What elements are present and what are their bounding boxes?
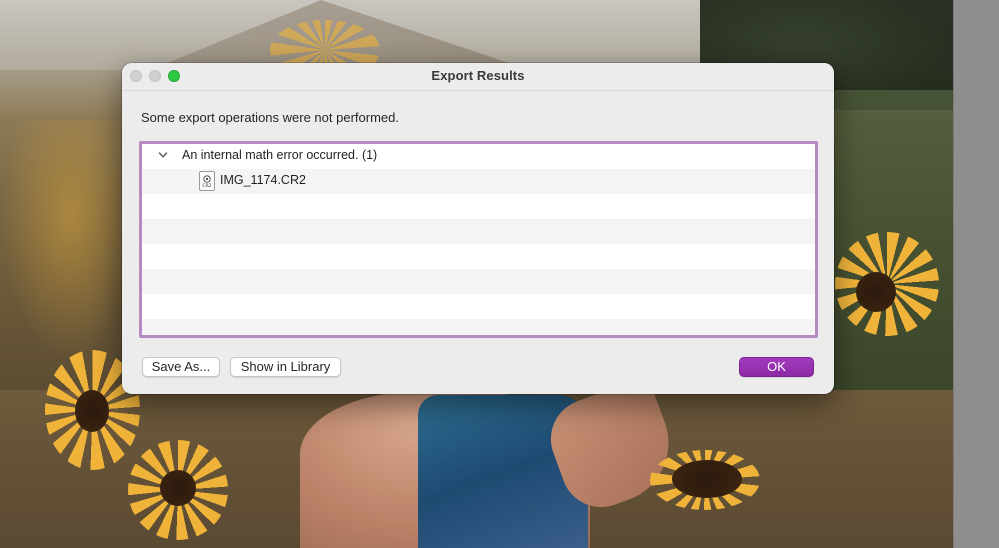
side-panel [953,0,999,548]
list-item-file[interactable]: CR2 IMG_1174.CR2 [142,169,815,194]
empty-row [142,319,815,335]
empty-row [142,269,815,294]
results-list[interactable]: An internal math error occurred. (1) CR2… [139,141,818,338]
error-group-label: An internal math error occurred. (1) [182,148,378,162]
ok-button[interactable]: OK [739,357,814,377]
status-message: Some export operations were not performe… [141,110,399,125]
export-results-dialog: Export Results Some export operations we… [122,63,834,394]
show-in-library-button[interactable]: Show in Library [230,357,341,377]
empty-row [142,244,815,269]
chevron-down-icon[interactable] [158,150,168,160]
file-name-label: IMG_1174.CR2 [220,173,306,187]
empty-row [142,194,815,219]
empty-row [142,294,815,319]
window-title: Export Results [431,68,525,83]
save-as-button[interactable]: Save As... [142,357,220,377]
raw-file-icon: CR2 [199,171,215,191]
empty-row [142,219,815,244]
title-bar: Export Results [122,63,834,91]
list-item-group[interactable]: An internal math error occurred. (1) [142,144,815,169]
